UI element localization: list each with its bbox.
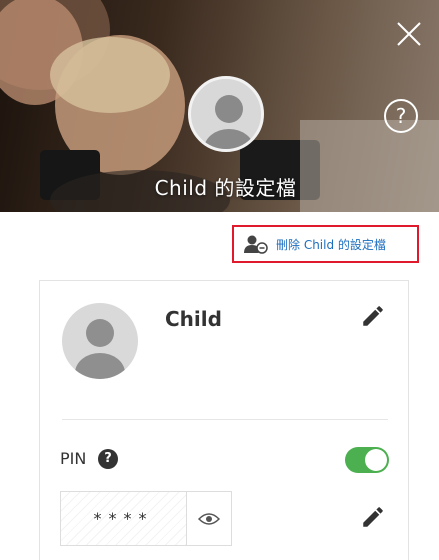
edit-name-button[interactable] xyxy=(360,303,386,329)
avatar xyxy=(62,303,138,379)
pin-field: **** xyxy=(60,491,232,546)
delete-profile-label: 刪除 Child 的設定檔 xyxy=(276,237,386,252)
hero-avatar xyxy=(188,76,264,152)
profile-name: Child xyxy=(165,307,222,331)
eye-icon xyxy=(198,512,220,525)
remove-user-icon xyxy=(244,235,268,254)
child-profile-settings: Child 的設定檔 ? 刪除 Child 的設定檔 Child PIN ? *… xyxy=(0,0,439,560)
close-button[interactable] xyxy=(393,18,425,50)
pin-label: PIN xyxy=(60,449,87,468)
close-icon xyxy=(397,22,421,46)
pin-masked-value: **** xyxy=(61,492,187,545)
help-icon: ? xyxy=(395,104,407,128)
delete-profile-link[interactable]: 刪除 Child 的設定檔 xyxy=(232,225,419,263)
pencil-icon xyxy=(363,306,383,326)
profile-title: Child 的設定檔 xyxy=(154,176,297,200)
help-button[interactable]: ? xyxy=(384,99,418,133)
divider xyxy=(62,419,388,420)
default-avatar-icon xyxy=(75,319,125,379)
pin-help-icon[interactable]: ? xyxy=(98,449,118,469)
pin-toggle[interactable] xyxy=(345,447,389,473)
profile-card: Child PIN ? **** xyxy=(39,280,409,560)
pencil-icon xyxy=(363,507,383,527)
edit-pin-button[interactable] xyxy=(360,504,386,530)
toggle-knob xyxy=(365,449,387,471)
hero-banner: Child 的設定檔 ? xyxy=(0,0,439,212)
show-pin-button[interactable] xyxy=(187,492,231,545)
